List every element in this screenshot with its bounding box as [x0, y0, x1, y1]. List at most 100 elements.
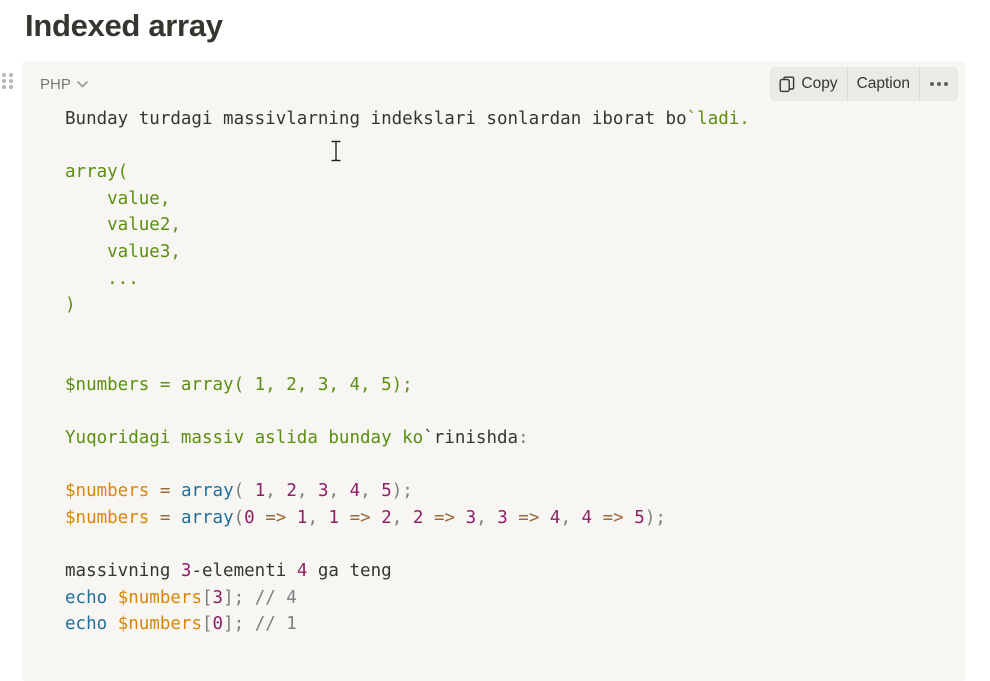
- copy-button[interactable]: Copy: [770, 67, 846, 101]
- code-token: ,: [328, 481, 350, 502]
- code-line: value3,: [65, 239, 750, 266]
- code-token: );: [391, 481, 413, 502]
- language-selector[interactable]: PHP: [40, 76, 88, 93]
- code-token: value3,: [65, 241, 181, 262]
- code-token: =>: [433, 507, 456, 528]
- code-token: (: [233, 507, 245, 528]
- code-token: 3: [180, 561, 192, 582]
- code-line: massivning 3-elementi 4 ga teng: [65, 558, 750, 585]
- code-token: $numbers: [117, 614, 202, 635]
- code-line: array(: [65, 159, 750, 186]
- code-line: $numbers = array(0 => 1, 1 => 2, 2 => 3,…: [65, 505, 750, 532]
- code-token: [: [202, 587, 213, 608]
- code-line: ...: [65, 266, 750, 293]
- code-token: $numbers: [65, 481, 150, 502]
- code-token: massivning: [65, 561, 181, 582]
- code-line: $numbers = array( 1, 2, 3, 4, 5);: [65, 372, 750, 399]
- code-line: Yuqoridagi massiv aslida bunday ko`rinis…: [65, 425, 750, 452]
- code-token: 2: [412, 507, 424, 528]
- code-token: 3: [497, 507, 508, 528]
- language-label: PHP: [40, 76, 71, 93]
- code-token: ,: [360, 481, 382, 502]
- code-token: 1: [254, 481, 266, 502]
- code-token: $numbers: [65, 507, 150, 528]
- code-token: 0: [244, 507, 255, 528]
- code-token: =>: [518, 507, 540, 528]
- code-token: 4: [549, 507, 561, 528]
- code-token: (: [233, 481, 245, 502]
- code-token: );: [644, 507, 666, 528]
- code-token: 3: [212, 587, 224, 608]
- code-token: value,: [65, 188, 171, 209]
- code-token: ]; // 1: [223, 614, 297, 635]
- code-token: ]; // 4: [223, 587, 297, 608]
- code-token: array: [180, 507, 234, 528]
- code-content[interactable]: Bunday turdagi massivlarning indekslari …: [65, 106, 750, 638]
- code-token: ): [65, 295, 76, 316]
- code-token: array: [180, 481, 234, 502]
- copy-label: Copy: [801, 75, 838, 92]
- code-token: 4: [581, 507, 593, 528]
- code-line: value2,: [65, 212, 750, 239]
- code-token: 3: [465, 507, 477, 528]
- code-token: 5: [381, 481, 392, 502]
- code-token: ga teng: [307, 561, 392, 582]
- code-token: [: [202, 614, 213, 635]
- code-token: =: [159, 481, 171, 502]
- code-token: ,: [476, 507, 498, 528]
- code-token: `ladi.: [686, 109, 750, 129]
- code-token: 0: [212, 614, 224, 635]
- code-token: 4: [349, 481, 361, 502]
- caption-button[interactable]: Caption: [846, 67, 919, 101]
- code-token: array(: [65, 162, 129, 183]
- code-token: 1: [328, 507, 340, 528]
- code-line: ): [65, 292, 750, 319]
- code-token: ...: [65, 268, 139, 289]
- code-token: echo: [65, 614, 108, 635]
- code-token: 2: [381, 507, 392, 528]
- code-block[interactable]: PHP Copy Caption Bunday turdagi massivla…: [22, 61, 966, 681]
- code-token: Bunday turdagi massivlarning indekslari …: [65, 109, 687, 129]
- code-token: ,: [265, 481, 287, 502]
- code-line: echo $numbers[0]; // 1: [65, 611, 750, 638]
- code-token: :: [518, 428, 529, 449]
- code-line: echo $numbers[3]; // 4: [65, 585, 750, 612]
- code-line: $numbers = array( 1, 2, 3, 4, 5);: [65, 478, 750, 505]
- code-token: 3: [317, 481, 329, 502]
- copy-icon: [779, 76, 795, 92]
- code-token: =>: [349, 507, 371, 528]
- code-token: ,: [307, 507, 329, 528]
- text-cursor-icon: [330, 140, 342, 162]
- code-token: 2: [286, 481, 297, 502]
- code-token: -elementi: [191, 561, 297, 582]
- code-token: ,: [391, 507, 413, 528]
- chevron-down-icon: [77, 81, 88, 88]
- drag-handle-icon[interactable]: [2, 73, 14, 91]
- more-options-button[interactable]: [919, 67, 958, 101]
- code-token: 4: [296, 561, 308, 582]
- code-token: $numbers = array( 1, 2, 3, 4, 5);: [65, 374, 413, 395]
- code-toolbar: Copy Caption: [770, 67, 958, 101]
- more-horizontal-icon: [930, 82, 948, 86]
- code-line: value,: [65, 186, 750, 213]
